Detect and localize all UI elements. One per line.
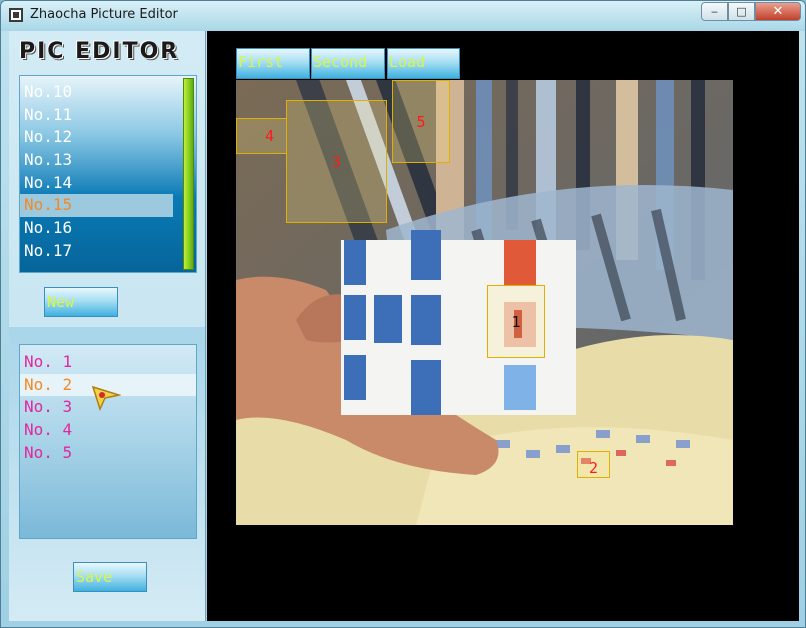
- second-button[interactable]: Second: [311, 48, 385, 79]
- picture-list-item[interactable]: No.11: [20, 104, 173, 127]
- picture-list-item[interactable]: No.16: [20, 217, 173, 240]
- edit-image[interactable]: 1 2 3 4 5: [236, 80, 733, 525]
- close-button[interactable]: ✕: [755, 2, 801, 21]
- app-icon: [9, 8, 23, 22]
- new-button[interactable]: New: [44, 287, 118, 317]
- app-logo: PIC EDITOR: [19, 39, 180, 64]
- picture-list-rows: No.10 No.11 No.12 No.13 No.14 No.15 No.16 No.17: [20, 81, 173, 263]
- picture-list-item[interactable]: No.15: [20, 194, 173, 218]
- region-3[interactable]: 3: [286, 100, 387, 223]
- picture-list-scrollbar[interactable]: [183, 78, 194, 270]
- load-button[interactable]: Load: [387, 48, 460, 79]
- picture-list-item[interactable]: No.12: [20, 126, 173, 149]
- area-list-item[interactable]: No. 5: [20, 442, 196, 465]
- picture-list-item[interactable]: No.10: [20, 81, 173, 104]
- region-5[interactable]: 5: [392, 80, 450, 163]
- window-controls: ‒ □ ✕: [701, 2, 801, 21]
- picture-list-item[interactable]: No.13: [20, 149, 173, 172]
- area-list-item[interactable]: No. 4: [20, 419, 196, 442]
- window-title: Zhaocha Picture Editor: [30, 7, 178, 22]
- region-2[interactable]: 2: [577, 451, 610, 478]
- picture-list-item[interactable]: No.17: [20, 240, 173, 263]
- picture-list-item[interactable]: No.14: [20, 172, 173, 195]
- area-list[interactable]: No. 1 No. 2 No. 3 No. 4 No. 5: [19, 344, 197, 539]
- first-button[interactable]: First: [236, 48, 310, 79]
- region-4[interactable]: 4: [236, 118, 287, 154]
- client-area: PIC EDITOR No.10 No.11 No.12 No.13 No.14 No.1…: [9, 31, 799, 621]
- minimize-button[interactable]: ‒: [701, 2, 728, 21]
- pointer-cursor-icon: [91, 385, 121, 411]
- title-bar[interactable]: Zhaocha Picture Editor ‒ □ ✕: [1, 1, 805, 31]
- save-button[interactable]: Save: [73, 562, 147, 592]
- region-1[interactable]: 1: [487, 285, 545, 358]
- app-window: Zhaocha Picture Editor ‒ □ ✕ PIC EDITOR …: [0, 0, 806, 628]
- picture-list[interactable]: No.10 No.11 No.12 No.13 No.14 No.15 No.16 No.17: [19, 75, 197, 273]
- left-panel: PIC EDITOR No.10 No.11 No.12 No.13 No.14 No.1…: [9, 31, 206, 621]
- maximize-button[interactable]: □: [728, 2, 755, 21]
- area-list-item[interactable]: No. 1: [20, 351, 196, 374]
- editor-canvas-panel: First Second Load 1 2 3 4 5: [207, 31, 799, 621]
